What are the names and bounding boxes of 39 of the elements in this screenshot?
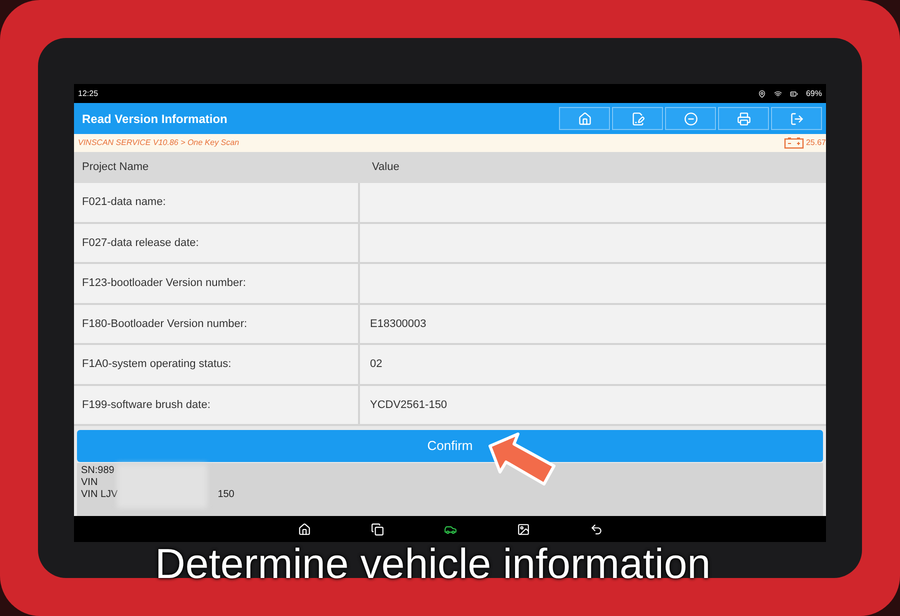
home-icon [578,112,592,126]
recent-apps-icon[interactable] [370,522,384,536]
edit-icon [630,112,644,126]
video-caption: Determine vehicle information [155,539,711,589]
window-title: Read Version Information [82,110,228,128]
table-cell: F180-Bootloader Version number: [74,304,360,343]
info-text: 150 [218,489,234,501]
edit-button[interactable] [612,107,663,130]
wifi-icon [774,90,782,98]
battery-voltage-icon [784,137,804,149]
table-cell-text: YCDV2561-150 [369,398,448,412]
breadcrumb-text: VINSCAN SERVICE V10.86 > One Key Scan [78,137,240,149]
battery-icon [790,90,798,98]
table-cell-text: 02 [369,357,384,372]
back-icon[interactable] [590,522,602,536]
location-icon [758,90,766,98]
minus-icon [684,112,698,126]
minus-button[interactable] [665,107,716,130]
table-cell: F1A0-system operating status: [74,345,360,384]
info-text: SN:989 [81,465,114,477]
print-button[interactable] [718,107,769,130]
info-text: VIN LJV [81,489,118,501]
clock-text: 12:25 [78,88,98,100]
table-cell: F027-data release date: [74,224,360,262]
table-cell: F021-data name: [74,183,360,222]
confirm-button[interactable]: Confirm [77,430,823,462]
table-cell: F199-software brush date: [74,386,360,424]
column-header: Value [371,160,400,176]
home-button[interactable] [559,107,610,130]
info-text: VIN [81,477,98,489]
column-header: Project Name [81,160,150,176]
voltage-text: 25.67 [806,137,826,149]
exit-icon [790,112,804,126]
table-cell: F123-bootloader Version number: [74,264,360,302]
home-icon[interactable] [298,522,310,536]
table-cell-text: E18300003 [369,316,428,332]
print-icon [736,112,750,126]
battery-text: 69% [806,88,822,100]
screenshot-icon[interactable] [516,522,530,536]
